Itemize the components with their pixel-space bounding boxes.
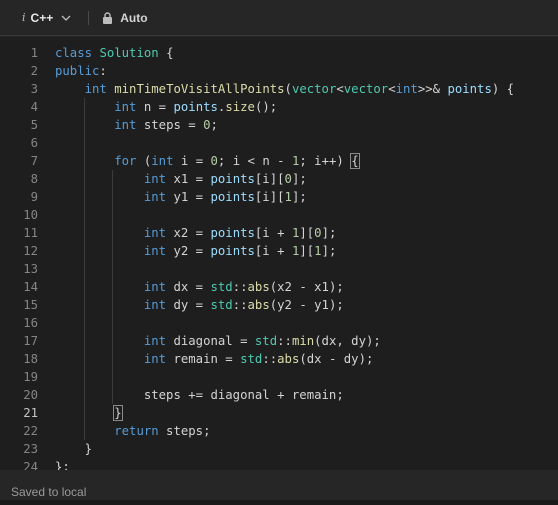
indent-guide (84, 98, 85, 440)
line-number: 7 (30, 154, 38, 168)
code-text[interactable]: } (55, 440, 92, 458)
code-text[interactable]: int dy = std::abs(y2 - y1); (55, 296, 344, 314)
editor-toolbar: i C++ Auto (0, 0, 558, 36)
line-number: 6 (30, 136, 38, 150)
line-number: 3 (30, 82, 38, 96)
line-number: 11 (23, 226, 38, 240)
code-text[interactable]: int diagonal = std::min(dx, dy); (55, 332, 381, 350)
line-number: 10 (23, 208, 38, 222)
code-text[interactable]: int n = points.size(); (55, 98, 277, 116)
code-text[interactable]: int minTimeToVisitAllPoints(vector<vecto… (55, 80, 514, 98)
line-number: 8 (30, 172, 38, 186)
save-status: Saved to local (11, 484, 87, 499)
code-text[interactable]: return steps; (55, 422, 210, 440)
code-line[interactable]: 2 public: (0, 62, 558, 80)
line-number: 5 (30, 118, 38, 132)
code-text[interactable]: } (55, 404, 123, 422)
code-text[interactable]: int x1 = points[i][0]; (55, 170, 307, 188)
line-number: 20 (23, 388, 38, 402)
code-text[interactable]: class Solution { (55, 44, 173, 62)
code-text[interactable]: for (int i = 0; i < n - 1; i++) { (55, 152, 360, 170)
code-text[interactable]: int dx = std::abs(x2 - x1); (55, 278, 344, 296)
line-number: 23 (23, 442, 38, 456)
line-number: 19 (23, 370, 38, 384)
code-text[interactable]: int steps = 0; (55, 116, 218, 134)
line-number: 17 (23, 334, 38, 348)
code-line[interactable]: 23 } (0, 440, 558, 458)
line-number: 12 (23, 244, 38, 258)
code-text[interactable]: int x2 = points[i + 1][0]; (55, 224, 337, 242)
line-number: 24 (23, 460, 38, 470)
code-line[interactable]: 24}; (0, 458, 558, 470)
code-editor[interactable]: 1 class Solution {2 public: 3 int minTimeTo… (0, 37, 558, 470)
line-number: 14 (23, 280, 38, 294)
line-number: 2 (30, 64, 38, 78)
line-number: 22 (23, 424, 38, 438)
bottom-border (0, 500, 558, 505)
line-number: 1 (30, 46, 38, 60)
chevron-down-icon[interactable] (61, 12, 73, 24)
code-text[interactable]: }; (55, 458, 70, 470)
code-text[interactable]: int y2 = points[i + 1][1]; (55, 242, 337, 260)
line-number: 16 (23, 316, 38, 330)
code-text[interactable]: int remain = std::abs(dx - dy); (55, 350, 374, 368)
code-line[interactable]: 1 class Solution { (0, 44, 558, 62)
line-number: 15 (23, 298, 38, 312)
code-text[interactable]: int y1 = points[i][1]; (55, 188, 307, 206)
code-line[interactable]: 3 int minTimeToVisitAllPoints(vector<vec… (0, 80, 558, 98)
line-number: 18 (23, 352, 38, 366)
code-text[interactable]: steps += diagonal + remain; (55, 386, 344, 404)
auto-mode-toggle[interactable]: Auto (120, 11, 147, 25)
line-number: 13 (23, 262, 38, 276)
line-number: 4 (30, 100, 38, 114)
indent-guide (112, 170, 113, 404)
lock-icon (102, 11, 114, 24)
toolbar-divider (88, 10, 90, 25)
language-info-icon: i (22, 11, 26, 24)
line-number: 21 (23, 406, 38, 420)
language-selector[interactable]: C++ (31, 11, 54, 25)
line-number: 9 (30, 190, 38, 204)
code-text[interactable]: public: (55, 62, 107, 80)
